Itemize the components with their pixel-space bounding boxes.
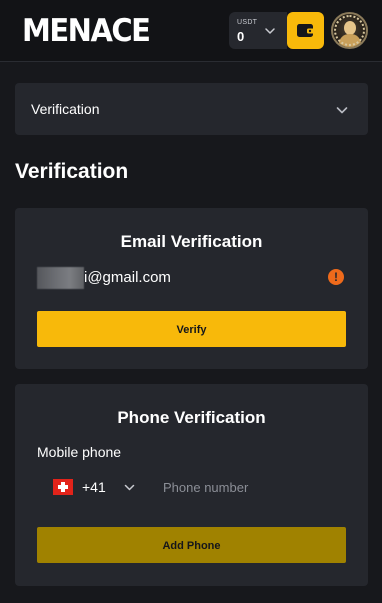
chevron-down-icon [265, 28, 275, 34]
exclamation-icon[interactable]: ! [328, 269, 344, 285]
mobile-phone-label: Mobile phone [37, 444, 122, 460]
add-phone-button[interactable]: Add Phone [37, 527, 346, 563]
phone-card-title: Phone Verification [117, 408, 266, 427]
avatar-ring [334, 15, 365, 46]
phone-verification-card: Phone Verification Mobile phone +41 Add … [15, 384, 368, 586]
email-card-title: Email Verification [120, 232, 263, 251]
phone-number-input[interactable] [157, 474, 342, 500]
redacted-email-prefix [37, 267, 84, 289]
email-text: i@gmail.com [84, 269, 171, 286]
balance-currency: USDT [237, 19, 258, 26]
email-verification-card: Email Verification i@gmail.com ! Verify [15, 208, 368, 369]
balance-selector[interactable]: USDT 0 [229, 12, 287, 49]
dropdown-label: Verification [31, 101, 100, 117]
app-logo[interactable]: MENACE [22, 12, 151, 49]
phone-input-row: +41 [37, 472, 346, 502]
wallet-icon [297, 24, 314, 37]
switzerland-flag-icon[interactable] [53, 479, 73, 495]
top-bar: MENACE USDT 0 [0, 0, 382, 62]
dial-code[interactable]: +41 [82, 479, 106, 495]
chevron-down-icon [336, 107, 348, 114]
email-address: i@gmail.com [37, 267, 347, 289]
verify-button[interactable]: Verify [37, 311, 346, 347]
wallet-button[interactable] [287, 12, 324, 49]
chevron-down-icon[interactable] [123, 481, 136, 494]
verification-dropdown[interactable]: Verification [15, 83, 368, 135]
page-title: Verification [15, 160, 129, 183]
user-avatar[interactable] [331, 12, 368, 49]
balance-amount: 0 [237, 29, 245, 44]
